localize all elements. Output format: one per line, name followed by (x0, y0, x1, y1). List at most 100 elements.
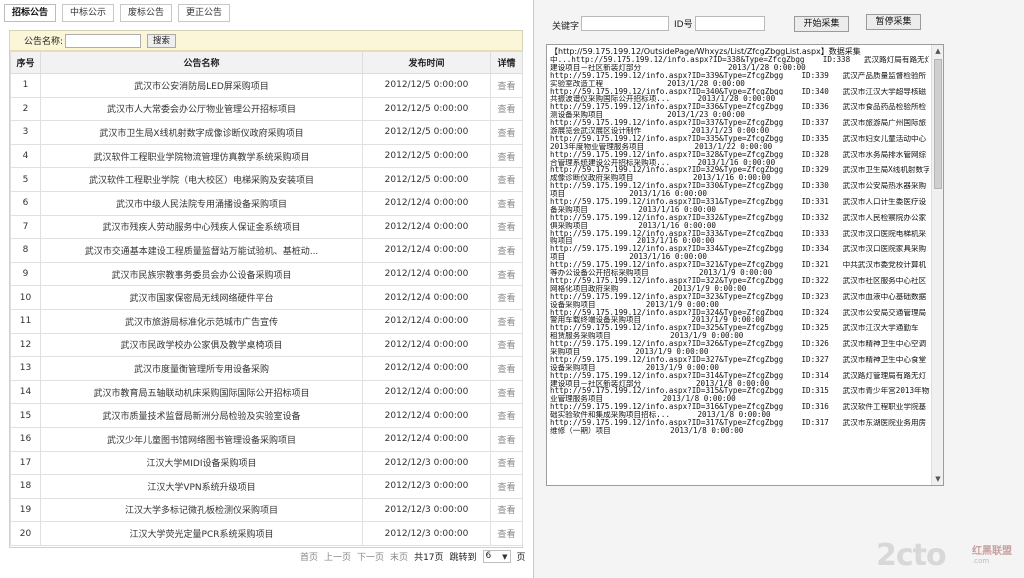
id-input[interactable] (695, 16, 765, 31)
notice-name[interactable]: 武汉市卫生局X线机射数字成像诊断仪政府采购项目 (40, 120, 363, 145)
log-line: http://59.175.199.12/info.aspx?ID=326&Ty… (550, 340, 927, 348)
notice-name[interactable]: 江汉大学多标记微孔板检测仪采购项目 (40, 497, 363, 523)
view-link[interactable]: 查看 (490, 73, 523, 98)
page-select-value: 6 (485, 550, 492, 561)
log-line: http://59.175.199.12/info.aspx?ID=331&Ty… (550, 198, 927, 206)
notice-name[interactable]: 武汉市国家保密局无线网络硬件平台 (40, 285, 363, 310)
row-number: 20 (10, 521, 41, 546)
publish-date: 2012/12/4 0:00:00 (362, 308, 491, 334)
notice-name[interactable]: 武汉市人大常委会办公厅物业管理公开招标项目 (40, 96, 363, 122)
scroll-up-icon[interactable]: ▲ (932, 45, 943, 57)
notice-name[interactable]: 武汉市残疾人劳动服务中心残疾人保证金系统项目 (40, 214, 363, 240)
first-page-link[interactable]: 首页 (300, 550, 318, 563)
log-line: http://59.175.199.12/info.aspx?ID=335&Ty… (550, 134, 927, 143)
view-link[interactable]: 查看 (490, 332, 523, 358)
publish-date: 2012/12/3 0:00:00 (362, 450, 491, 476)
watermark-logo: 2cto (876, 538, 947, 573)
view-link[interactable]: 查看 (490, 120, 523, 145)
table-row: 8 武汉市交通基本建设工程质量监督站万能试验机、基桩动... 2012/12/4 0… (10, 238, 523, 263)
notice-name[interactable]: 武汉软件工程职业学院物流管理仿真教学系统采购项目 (40, 143, 363, 169)
log-scrollbar[interactable]: ▲ ▼ (931, 45, 943, 485)
view-link[interactable]: 查看 (490, 214, 523, 240)
view-link[interactable]: 查看 (490, 379, 523, 405)
log-line: http://59.175.199.12/info.aspx?ID=327&Ty… (550, 355, 927, 364)
view-link[interactable]: 查看 (490, 497, 523, 523)
row-number: 7 (10, 214, 41, 240)
notice-name[interactable]: 武汉市公安消防局LED屏采购项目 (40, 73, 363, 98)
notice-list-panel: 公告名称: 搜索 序号 公告名称 发布时间 详情 1 武汉市公安消防局LED屏采购… (9, 30, 523, 548)
view-link[interactable]: 查看 (490, 167, 523, 192)
notice-name[interactable]: 武汉市交通基本建设工程质量监督站万能试验机、基桩动... (40, 238, 363, 263)
notice-name-input[interactable] (65, 33, 142, 48)
view-link[interactable]: 查看 (490, 426, 523, 452)
notice-name[interactable]: 武汉市度量衡管理所专用设备采购 (40, 356, 363, 381)
notice-name[interactable]: 江汉大学荧光定量PCR系统采购项目 (40, 521, 363, 546)
log-line: 【http://59.175.199.12/OutsidePage/Whxyzs… (550, 47, 861, 56)
view-link[interactable]: 查看 (490, 521, 523, 546)
tab-award-notice[interactable]: 中标公示 (62, 4, 115, 22)
next-page-link[interactable]: 下一页 (357, 550, 384, 563)
publish-date: 2012/12/5 0:00:00 (362, 73, 491, 98)
view-link[interactable]: 查看 (490, 474, 523, 499)
row-number: 15 (10, 403, 41, 428)
row-number: 13 (10, 356, 41, 381)
notice-name[interactable]: 武汉市民族宗教事务委员会办公设备采购项目 (40, 261, 363, 287)
view-link[interactable]: 查看 (490, 96, 523, 122)
notice-name[interactable]: 武汉市质量技术监督局新洲分局检验及实验室设备 (40, 403, 363, 428)
publish-date: 2012/12/4 0:00:00 (362, 426, 491, 452)
tab-correction-notice[interactable]: 更正公告 (178, 4, 231, 22)
tab-void-notice[interactable]: 废标公告 (120, 4, 173, 22)
tab-bid-notice[interactable]: 招标公告 (4, 4, 57, 22)
log-line: http://59.175.199.12/info.aspx?ID=315&Ty… (550, 387, 929, 396)
publish-date: 2012/12/3 0:00:00 (362, 497, 491, 523)
search-button[interactable]: 搜索 (147, 33, 177, 48)
view-link[interactable]: 查看 (490, 261, 523, 287)
notice-name[interactable]: 江汉大学VPN系统升级项目 (40, 474, 363, 499)
publish-date: 2012/12/4 0:00:00 (362, 238, 491, 263)
notice-name[interactable]: 武汉少年儿童图书馆网络图书管理设备采购项目 (40, 426, 363, 452)
pagination: 首页 上一页 下一页 末页 共17页 跳转到 6 ▼ 页 (300, 549, 526, 563)
log-line: 游展览会武汉展区设计制作 2013/1/23 0:00:00 (550, 127, 770, 135)
view-link[interactable]: 查看 (490, 143, 523, 169)
view-link[interactable]: 查看 (490, 450, 523, 476)
log-line: 测设备采购项目 2013/1/23 0:00:00 (550, 111, 745, 120)
notice-name[interactable]: 武汉市旅游局标准化示范城市广告宣传 (40, 308, 363, 334)
notice-name[interactable]: 武汉软件工程职业学院（电大校区）电梯采购及安装项目 (40, 167, 363, 192)
keyword-input[interactable] (581, 16, 669, 31)
log-line: http://59.175.199.12/info.aspx?ID=329&Ty… (550, 166, 929, 175)
prev-page-link[interactable]: 上一页 (324, 550, 351, 563)
page-select[interactable]: 6 ▼ (482, 549, 511, 563)
publish-date: 2012/12/4 0:00:00 (362, 332, 491, 358)
notice-name[interactable]: 武汉市教育局五轴联动机床采购国际国际公开招标项目 (40, 379, 363, 405)
total-pages: 共17页 (414, 552, 444, 563)
view-link[interactable]: 查看 (490, 238, 523, 263)
view-link[interactable]: 查看 (490, 285, 523, 310)
log-line: 网格化项目政府采购 2013/1/9 0:00:00 (550, 284, 747, 293)
log-line: 项目 2013/1/16 0:00:00 (550, 190, 707, 199)
col-header-name: 公告名称 (40, 51, 363, 74)
notice-name[interactable]: 江汉大学MIDI设备采购项目 (40, 450, 363, 476)
pause-crawl-button[interactable]: 暂停采集 (866, 14, 921, 30)
log-line: http://59.175.199.12/info.aspx?ID=340&Ty… (550, 87, 927, 96)
scroll-down-icon[interactable]: ▼ (932, 473, 943, 485)
last-page-link[interactable]: 末页 (390, 550, 408, 563)
log-line: 设备采购项目 2013/1/9 0:00:00 (550, 363, 720, 372)
view-link[interactable]: 查看 (490, 403, 523, 428)
publish-date: 2012/12/3 0:00:00 (362, 474, 491, 499)
notice-name[interactable]: 武汉市民政学校办公家俱及教学桌椅项目 (40, 332, 363, 358)
log-line: http://59.175.199.12/info.aspx?ID=333&Ty… (550, 229, 927, 238)
log-scrollbar-thumb[interactable] (934, 59, 942, 189)
view-link[interactable]: 查看 (490, 356, 523, 381)
crawl-log-textarea[interactable]: 【http://59.175.199.12/OutsidePage/Whxyzs… (546, 44, 944, 486)
log-line: 建设项目－社区新装灯部分 2013/1/8 0:00:00 (550, 379, 770, 388)
start-crawl-button[interactable]: 开始采集 (794, 16, 849, 32)
view-link[interactable]: 查看 (490, 190, 523, 216)
view-link[interactable]: 查看 (490, 308, 523, 334)
table-row: 4 武汉软件工程职业学院物流管理仿真教学系统采购项目 2012/12/5 0:00:… (10, 143, 523, 169)
table-row: 12 武汉市民政学校办公家俱及教学桌椅项目 2012/12/4 0:00:00 查看 (10, 332, 523, 358)
table-row: 2 武汉市人大常委会办公厅物业管理公开招标项目 2012/12/5 0:00:00 查… (10, 96, 523, 122)
row-number: 14 (10, 379, 41, 405)
table-row: 20 江汉大学荧光定量PCR系统采购项目 2012/12/3 0:00:00 查看 (10, 521, 523, 546)
notice-table-body: 1 武汉市公安消防局LED屏采购项目 2012/12/5 0:00:00 查看 2 武汉市… (10, 73, 523, 546)
notice-name[interactable]: 武汉市中级人民法院专用涌播设备采购项目 (40, 190, 363, 216)
